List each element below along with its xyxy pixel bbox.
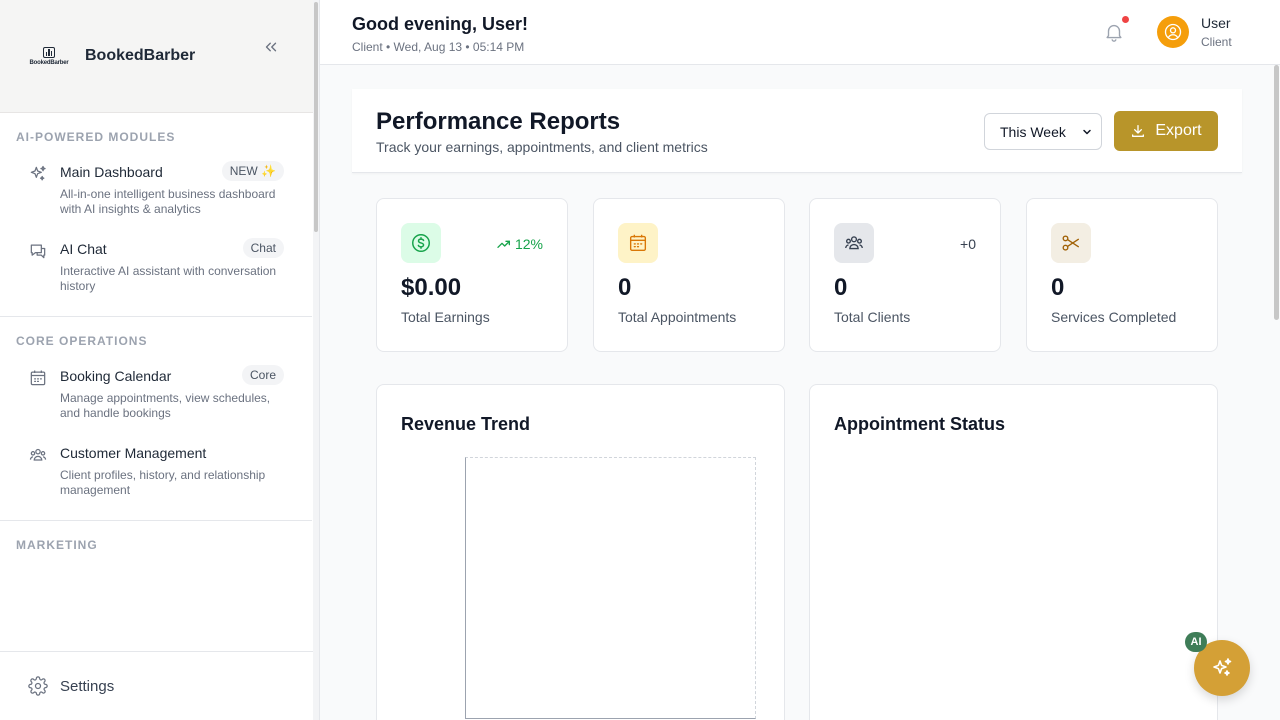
export-label: Export: [1155, 122, 1202, 139]
sidebar-item-settings[interactable]: Settings: [0, 651, 319, 720]
trending-up-icon: [497, 240, 510, 248]
users-icon: [29, 448, 47, 461]
trend-indicator: +0: [960, 236, 976, 252]
dollar-icon: [412, 234, 430, 252]
sidebar-item-ai-chat[interactable]: AI Chat Chat Interactive AI assistant wi…: [0, 227, 312, 304]
revenue-plot-area: [465, 457, 756, 719]
settings-label: Settings: [60, 677, 115, 695]
stat-card-earnings: 12% $0.00 Total Earnings: [376, 198, 568, 352]
users-icon: [845, 236, 863, 250]
report-header-card: Performance Reports Track your earnings,…: [352, 89, 1242, 173]
sparkles-icon: [30, 165, 46, 181]
bell-icon[interactable]: [1103, 21, 1125, 43]
calendar-icon-box: [618, 223, 658, 263]
calendar-icon: [30, 370, 46, 386]
page-title: Performance Reports: [376, 108, 621, 135]
sidebar-scrollbar[interactable]: [313, 0, 319, 720]
calendar-icon: [629, 234, 647, 252]
revenue-trend-card: Revenue Trend: [376, 384, 785, 720]
new-badge: NEW ✨: [221, 161, 284, 181]
sparkles-icon: [1213, 658, 1232, 676]
sidebar-item-description: All-in-one intelligent business dashboar…: [60, 187, 276, 216]
page-scrollbar[interactable]: [1272, 65, 1280, 720]
collapse-sidebar-icon[interactable]: [262, 38, 280, 56]
core-badge: Core: [241, 365, 284, 385]
section-title: CORE OPERATIONS: [16, 334, 148, 348]
greeting-title: Good evening, User!: [352, 14, 529, 34]
sidebar-nav[interactable]: AI-POWERED MODULES Main Dashboard NEW ✨ …: [0, 113, 312, 651]
sidebar-item-label: Customer Management: [60, 445, 207, 461]
notification-dot: [1122, 16, 1129, 23]
stat-label: Total Appointments: [618, 309, 737, 325]
scissors-icon: [1062, 235, 1080, 251]
nav-section-marketing: MARKETING: [0, 521, 312, 570]
sidebar: BookedBarber BookedBarber AI-POWERED MOD…: [0, 0, 320, 720]
stat-value: 0: [618, 274, 632, 301]
sidebar-item-booking-calendar[interactable]: Booking Calendar Core Manage appointment…: [0, 354, 312, 431]
sidebar-item-description: Interactive AI assistant with conversati…: [60, 264, 277, 293]
export-button[interactable]: Export: [1114, 111, 1218, 151]
section-title: MARKETING: [16, 538, 98, 552]
period-select[interactable]: This Week: [984, 113, 1102, 150]
user-name[interactable]: User: [1201, 15, 1231, 31]
period-select-value: This Week: [1000, 123, 1066, 140]
sidebar-item-customer-management[interactable]: Customer Management Client profiles, his…: [0, 431, 312, 508]
download-icon: [1132, 125, 1145, 137]
chevron-down-icon: [1083, 129, 1091, 135]
user-circle-icon: [1164, 23, 1182, 41]
sidebar-header: BookedBarber BookedBarber: [0, 0, 319, 113]
appointment-status-title: Appointment Status: [834, 414, 1005, 434]
stat-label: Services Completed: [1051, 309, 1177, 325]
gear-icon: [28, 676, 48, 696]
stat-card-services: 0 Services Completed: [1026, 198, 1218, 352]
sidebar-item-main-dashboard[interactable]: Main Dashboard NEW ✨ All-in-one intellig…: [0, 150, 312, 227]
scissors-icon-box: [1051, 223, 1091, 263]
stat-value: 0: [1051, 274, 1065, 301]
trend-indicator: 12%: [496, 236, 543, 252]
appointment-status-card: Appointment Status: [809, 384, 1218, 720]
ai-badge: AI: [1185, 632, 1207, 652]
user-role: Client: [1201, 35, 1232, 49]
brand-logo[interactable]: BookedBarber: [30, 44, 69, 68]
greeting-subtitle: Client • Wed, Aug 13 • 05:14 PM: [352, 40, 525, 54]
top-header: Good evening, User! Client • Wed, Aug 13…: [320, 0, 1280, 65]
stat-card-appointments: 0 Total Appointments: [593, 198, 785, 352]
revenue-trend-title: Revenue Trend: [401, 414, 531, 434]
stat-label: Total Clients: [834, 309, 911, 325]
stat-card-clients: +0 0 Total Clients: [809, 198, 1001, 352]
nav-section-ai-modules: AI-POWERED MODULES Main Dashboard NEW ✨ …: [0, 113, 312, 317]
chat-badge: Chat: [242, 238, 284, 258]
users-icon-box: [834, 223, 874, 263]
stat-value: 0: [834, 274, 848, 301]
sidebar-item-description: Client profiles, history, and relationsh…: [60, 468, 266, 497]
avatar[interactable]: [1157, 16, 1189, 48]
page-subtitle: Track your earnings, appointments, and c…: [376, 139, 708, 155]
nav-section-core-operations: CORE OPERATIONS Booking Calendar Core Ma…: [0, 317, 312, 521]
section-title: AI-POWERED MODULES: [16, 130, 176, 144]
dollar-icon-box: [401, 223, 441, 263]
chat-icon: [30, 244, 46, 259]
stat-value: $0.00: [401, 274, 462, 301]
brand-name: BookedBarber: [85, 47, 196, 64]
stat-label: Total Earnings: [401, 309, 490, 325]
sidebar-item-description: Manage appointments, view schedules, and…: [60, 391, 271, 420]
